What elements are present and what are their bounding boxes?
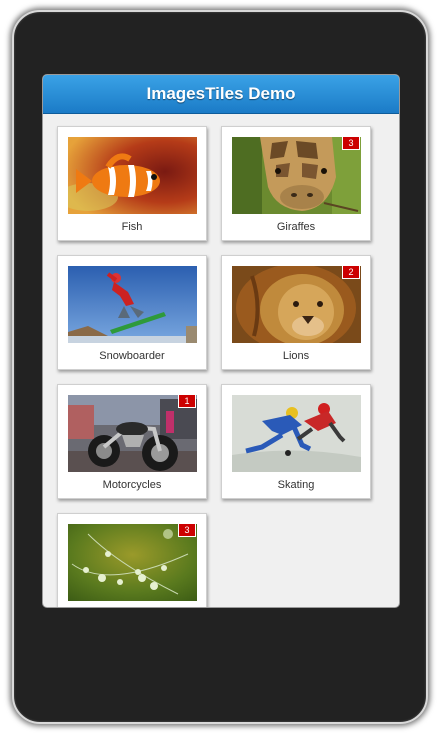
tile-label: Giraffes [276, 221, 316, 233]
tile-motorcycles[interactable]: 1 Motorcycles [57, 384, 207, 499]
tile-label: Snowboarder [99, 350, 165, 362]
app-title: ImagesTiles Demo [146, 84, 296, 103]
tile-label: Skating [277, 479, 315, 491]
tile-label: Fish [121, 221, 143, 233]
snowboarder-photo [68, 266, 197, 343]
skating-photo [232, 395, 361, 472]
count-badge: 1 [178, 394, 196, 408]
app-screen: ImagesTiles Demo Fish 3 Giraffes Snowboa… [42, 74, 400, 608]
count-badge: 3 [342, 136, 360, 150]
tile-giraffes[interactable]: 3 Giraffes [221, 126, 371, 241]
tile-dewdrops[interactable]: 3 [57, 513, 207, 607]
tile-lions[interactable]: 2 Lions [221, 255, 371, 370]
tile-skating[interactable]: Skating [221, 384, 371, 499]
tile-label: Lions [282, 350, 310, 362]
tile-fish[interactable]: Fish [57, 126, 207, 241]
image-tiles-grid: Fish 3 Giraffes Snowboarder 2 Lions 1 Mo… [43, 114, 399, 607]
tile-snowboarder[interactable]: Snowboarder [57, 255, 207, 370]
fish-photo [68, 137, 197, 214]
count-badge: 3 [178, 523, 196, 537]
count-badge: 2 [342, 265, 360, 279]
title-bar: ImagesTiles Demo [43, 75, 399, 114]
tile-label: Motorcycles [102, 479, 162, 491]
